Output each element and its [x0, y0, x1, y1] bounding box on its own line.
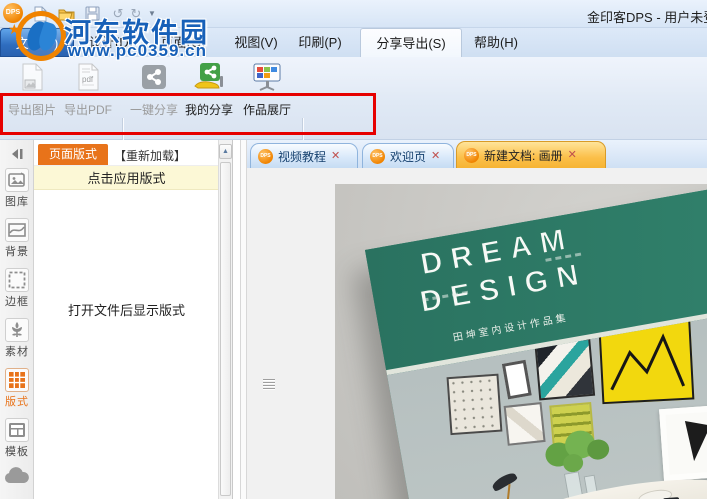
sidebar-item-label: 素材	[5, 346, 29, 358]
doc-tab-label: 欢迎页	[390, 149, 427, 164]
border-icon	[5, 268, 29, 292]
doc-tab-video-tutorial[interactable]: DPS 视频教程 ✕	[250, 143, 358, 168]
gallery-icon	[5, 168, 29, 192]
wall-frame-diamond	[503, 402, 546, 446]
cloud-icon	[4, 467, 30, 488]
tab-view[interactable]: 视图(V)	[222, 28, 290, 57]
sidebar-item-border[interactable]: 边框	[0, 266, 34, 316]
red-highlight-box	[0, 93, 376, 135]
layout-icon	[5, 368, 29, 392]
wall-frame-geometric	[534, 337, 596, 401]
window-title: 金印客DPS - 用户未登录	[587, 10, 707, 25]
wall-frame-small	[501, 359, 532, 400]
close-tab-icon[interactable]: ✕	[331, 150, 340, 162]
doc-tab-label: 视频教程	[278, 149, 327, 164]
dps-doc-icon: DPS	[464, 147, 479, 163]
app-window: DPS ↺ ↻ ▼ 金印客DPS - 用户未登录 文件(F) 设计(D) 页面(…	[0, 0, 707, 499]
new-file-icon[interactable]	[30, 4, 50, 23]
doc-tab-new-album[interactable]: DPS 新建文档: 画册 ✕	[456, 141, 606, 168]
apply-layout-hint: 点击应用版式	[34, 165, 219, 190]
tab-file[interactable]: 文件(F)	[0, 28, 74, 57]
close-tab-icon[interactable]: ✕	[568, 149, 577, 161]
export-pdf-icon: pdf	[60, 62, 116, 97]
panel-splitter[interactable]	[240, 140, 247, 499]
doc-tab-welcome[interactable]: DPS 欢迎页 ✕	[362, 143, 454, 168]
panel-empty-message: 打开文件后显示版式	[67, 303, 185, 318]
document-tab-bar: DPS 视频教程 ✕ DPS 欢迎页 ✕ DPS 新建文档: 画册 ✕	[247, 140, 707, 168]
tab-share-export[interactable]: 分享导出(S)	[360, 28, 462, 57]
document-canvas: DPS 视频教程 ✕ DPS 欢迎页 ✕ DPS 新建文档: 画册 ✕ DREA…	[247, 140, 707, 499]
open-file-icon[interactable]	[56, 4, 76, 23]
save-icon[interactable]	[82, 4, 102, 23]
export-image-icon	[4, 62, 60, 97]
tab-help[interactable]: 帮助(H)	[462, 28, 530, 57]
tab-print[interactable]: 印刷(P)	[288, 28, 352, 57]
dps-doc-icon: DPS	[258, 148, 273, 164]
sidebar-item-layout[interactable]: 版式	[0, 366, 34, 416]
doc-tab-label: 新建文档: 画册	[484, 148, 563, 163]
ribbon-tab-row: 文件(F) 设计(D) 页面(G) 视图(V) 印刷(P) 分享导出(S) 帮助…	[0, 28, 707, 57]
one-click-share-icon	[126, 62, 182, 97]
scroll-up-icon[interactable]: ▲	[219, 144, 232, 159]
wall-frame-bird	[659, 404, 707, 482]
panel-tab-page-layout[interactable]: 页面版式	[38, 144, 108, 165]
sidebar-item-label: 版式	[5, 396, 29, 408]
desk-lamp-arm	[504, 484, 511, 499]
sidebar-item-cloud[interactable]	[0, 466, 34, 499]
material-icon	[5, 318, 29, 342]
sidebar-item-label: 图库	[5, 196, 29, 208]
works-gallery-icon	[238, 62, 296, 97]
reload-link[interactable]: 【重新加载】	[114, 147, 186, 164]
wall-frame-pattern	[446, 373, 503, 436]
sidebar-item-template[interactable]: 模板	[0, 416, 34, 466]
app-logo-icon: DPS	[3, 3, 23, 23]
sidebar-item-label: 模板	[5, 446, 29, 458]
splitter-grip[interactable]	[263, 379, 275, 392]
page-layout-panel: 页面版式 【重新加载】 点击应用版式 打开文件后显示版式 ▲	[34, 140, 233, 499]
sidebar-item-gallery[interactable]: 图库	[0, 166, 34, 216]
template-icon	[5, 418, 29, 442]
sidebar-item-material[interactable]: 素材	[0, 316, 34, 366]
album-cover-preview: DREAM DESIGN 田坤室内设计作品集	[335, 184, 707, 499]
sidebar-item-label: 背景	[5, 246, 29, 258]
book-mockup: DREAM DESIGN 田坤室内设计作品集	[365, 184, 707, 499]
scrollbar-thumb[interactable]	[220, 162, 231, 496]
svg-text:pdf: pdf	[82, 75, 94, 84]
dps-doc-icon: DPS	[370, 148, 385, 164]
title-bar: DPS ↺ ↻ ▼ 金印客DPS - 用户未登录	[0, 0, 707, 28]
desk-lamp-shade	[490, 470, 519, 493]
my-shares-icon	[182, 62, 236, 97]
sidebar-item-label: 边框	[5, 296, 29, 308]
undo-icon[interactable]: ↺	[108, 4, 128, 23]
tab-page[interactable]: 页面(G)	[148, 28, 218, 57]
quick-access-dropdown-icon[interactable]: ▼	[142, 4, 162, 23]
close-tab-icon[interactable]: ✕	[431, 150, 440, 162]
background-icon	[5, 218, 29, 242]
tool-sidebar: 图库 背景 边框 素材 版式 模板	[0, 140, 34, 499]
tab-design[interactable]: 设计(D)	[76, 28, 146, 57]
bird-art	[678, 420, 707, 463]
panel-scrollbar[interactable]: ▲	[218, 140, 232, 499]
collapse-panel-icon[interactable]	[6, 145, 28, 163]
sidebar-item-background[interactable]: 背景	[0, 216, 34, 266]
